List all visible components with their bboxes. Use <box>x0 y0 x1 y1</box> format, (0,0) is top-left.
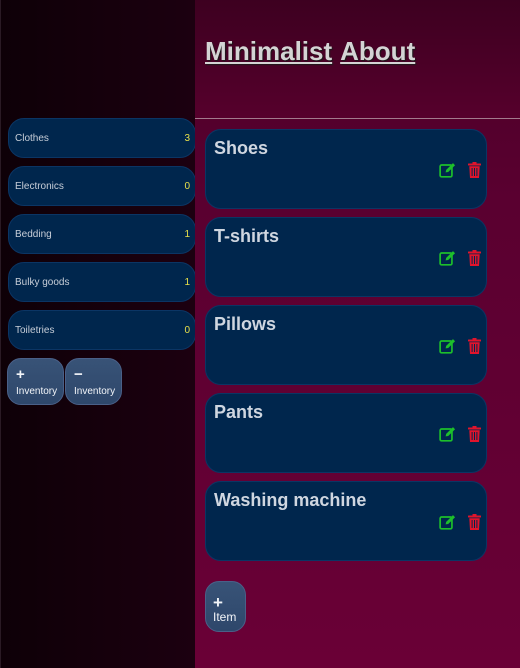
inventory-item-clothes[interactable]: Clothes 3 <box>8 118 196 158</box>
item-card-shoes: Shoes <box>205 129 487 209</box>
inventory-count: 3 <box>184 133 190 144</box>
trash-icon[interactable] <box>468 250 481 266</box>
inventory-name: Bedding <box>15 229 52 240</box>
edit-icon[interactable] <box>439 338 456 355</box>
inventory-name: Electronics <box>15 181 64 192</box>
inventory-count: 0 <box>184 325 190 336</box>
nav-bar: Minimalist About <box>205 36 423 67</box>
inventory-item-toiletries[interactable]: Toiletries 0 <box>8 310 196 350</box>
trash-icon[interactable] <box>468 338 481 354</box>
item-title: Pillows <box>214 314 277 334</box>
main-panel: Minimalist About Shoes T-shirts Pillows … <box>195 0 520 668</box>
inventory-buttons: + Inventory − Inventory <box>7 358 122 405</box>
add-item-label: Item <box>213 610 237 624</box>
item-title: T-shirts <box>214 226 280 246</box>
edit-icon[interactable] <box>439 162 456 179</box>
item-title: Washing machine <box>214 490 367 510</box>
inventory-name: Bulky goods <box>15 277 70 288</box>
item-title: Pants <box>214 402 264 422</box>
inventory-name: Clothes <box>15 133 49 144</box>
inventory-list: Clothes 3 Electronics 0 Bedding 1 Bulky … <box>8 118 196 358</box>
item-card-pants: Pants <box>205 393 487 473</box>
item-title: Shoes <box>214 138 269 158</box>
edit-icon[interactable] <box>439 250 456 267</box>
item-list: Shoes T-shirts Pillows Pants Washing mac… <box>205 129 487 569</box>
edit-icon[interactable] <box>439 426 456 443</box>
item-card-pillows: Pillows <box>205 305 487 385</box>
plus-icon: + <box>16 366 25 383</box>
trash-icon[interactable] <box>468 426 481 442</box>
remove-inventory-label: Inventory <box>74 386 116 397</box>
item-card-t-shirts: T-shirts <box>205 217 487 297</box>
nav-link-minimalist[interactable]: Minimalist <box>205 36 332 66</box>
inventory-count: 0 <box>184 181 190 192</box>
trash-icon[interactable] <box>468 162 481 178</box>
inventory-item-bulky-goods[interactable]: Bulky goods 1 <box>8 262 196 302</box>
inventory-count: 1 <box>184 229 190 240</box>
add-inventory-button[interactable]: + Inventory <box>7 358 64 405</box>
inventory-item-electronics[interactable]: Electronics 0 <box>8 166 196 206</box>
sidebar: Clothes 3 Electronics 0 Bedding 1 Bulky … <box>0 0 196 668</box>
inventory-name: Toiletries <box>15 325 55 336</box>
header: Minimalist About <box>195 0 520 119</box>
app-root: Clothes 3 Electronics 0 Bedding 1 Bulky … <box>0 0 520 668</box>
item-card-washing-machine: Washing machine <box>205 481 487 561</box>
nav-link-about[interactable]: About <box>340 36 415 66</box>
remove-inventory-button[interactable]: − Inventory <box>65 358 122 405</box>
add-inventory-label: Inventory <box>16 386 58 397</box>
add-item-button[interactable]: + Item <box>205 581 246 632</box>
plus-icon: + <box>213 593 223 612</box>
edit-icon[interactable] <box>439 514 456 531</box>
inventory-count: 1 <box>184 277 190 288</box>
minus-icon: − <box>74 366 83 383</box>
trash-icon[interactable] <box>468 514 481 530</box>
inventory-item-bedding[interactable]: Bedding 1 <box>8 214 196 254</box>
